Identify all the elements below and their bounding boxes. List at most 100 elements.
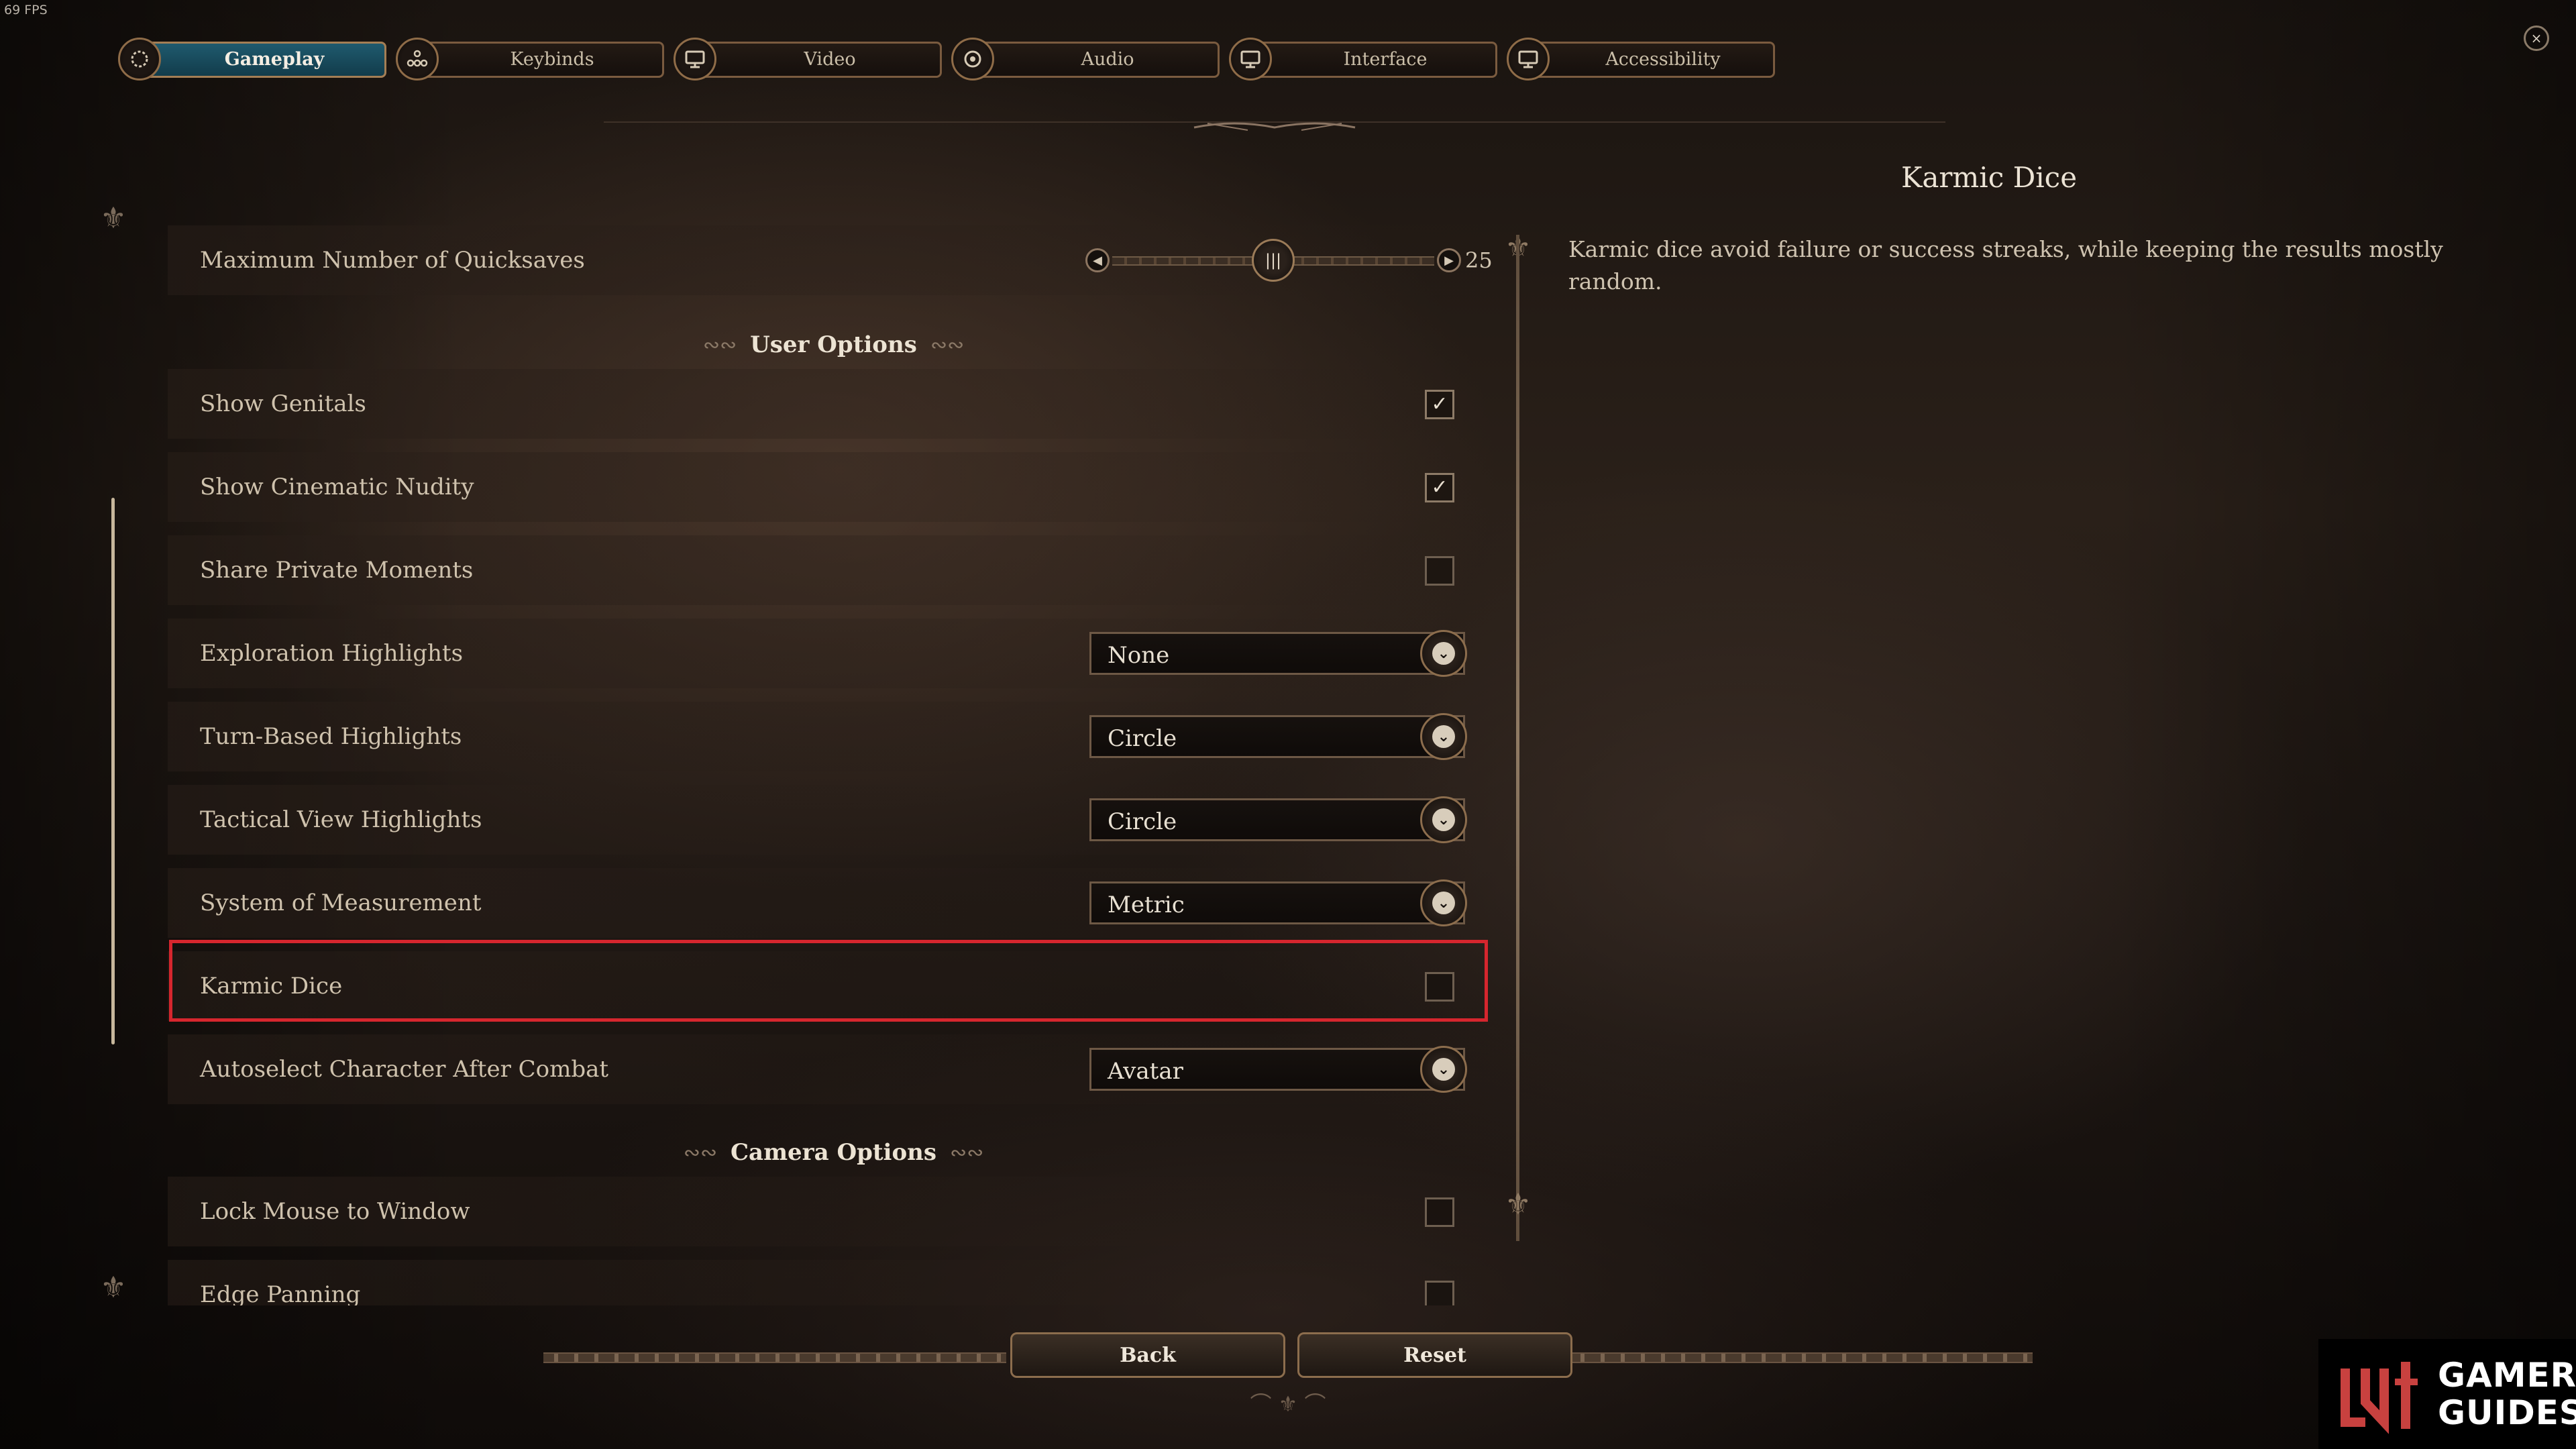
dropdown-value: None [1108, 642, 1170, 669]
dropdown-value: Circle [1108, 808, 1177, 835]
row-background [168, 1260, 1499, 1305]
footer-ornament-icon: ⌒ ⚜ ⌒ [1250, 1391, 1326, 1417]
setting-row-edge-panning[interactable]: Edge Panning [168, 1253, 1499, 1305]
setting-row-share-private-moments[interactable]: Share Private Moments [168, 529, 1499, 612]
scroll-top-ornament-icon: ⚜ [100, 201, 127, 235]
system-of-measurement-dropdown[interactable]: Metric ⌄ [1089, 879, 1467, 926]
show-cinematic-nudity-checkbox[interactable]: ✓ [1425, 473, 1454, 502]
setting-label: Share Private Moments [200, 557, 474, 584]
gear-icon [118, 38, 161, 80]
tab-accessibility[interactable]: Accessibility [1497, 35, 1775, 85]
quicksaves-slider[interactable]: ◀ ▶ ||| [1085, 236, 1461, 284]
tab-gameplay[interactable]: Gameplay [109, 35, 386, 85]
tab-keybinds[interactable]: Keybinds [386, 35, 664, 85]
edge-panning-checkbox[interactable] [1425, 1281, 1454, 1305]
dropdown-value: Metric [1108, 892, 1185, 918]
tab-gameplay-label: Gameplay [224, 49, 325, 70]
slider-thumb[interactable]: ||| [1252, 239, 1295, 282]
slider-value: 25 [1465, 248, 1493, 273]
setting-label: System of Measurement [200, 890, 482, 916]
row-background [168, 369, 1499, 439]
setting-row-system-of-measurement: System of Measurement Metric ⌄ [168, 861, 1499, 945]
setting-label: Lock Mouse to Window [200, 1198, 470, 1225]
autoselect-character-dropdown[interactable]: Avatar ⌄ [1089, 1046, 1467, 1093]
tab-video-label: Video [804, 49, 856, 70]
watermark-line2: GUIDES [2438, 1393, 2576, 1432]
tab-interface-label: Interface [1343, 49, 1428, 70]
setting-label: Edge Panning [200, 1281, 361, 1305]
setting-row-karmic-dice[interactable]: Karmic Dice [168, 945, 1499, 1028]
rope-ornament-right [1570, 1352, 2033, 1363]
setting-row-tactical-view-highlights: Tactical View Highlights Circle ⌄ [168, 778, 1499, 861]
flourish-right-icon: ∾∾ [950, 1140, 984, 1165]
flourish-left-icon: ∾∾ [683, 1140, 717, 1165]
lock-mouse-checkbox[interactable] [1425, 1197, 1454, 1227]
monitor-icon [674, 38, 716, 80]
monitor-icon [1229, 38, 1272, 80]
dropdown-value: Circle [1108, 725, 1177, 752]
show-genitals-checkbox[interactable]: ✓ [1425, 390, 1454, 419]
setting-label: Show Cinematic Nudity [200, 474, 474, 500]
chevron-down-icon: ⌄ [1432, 725, 1455, 748]
setting-label: Autoselect Character After Combat [200, 1056, 609, 1083]
setting-row-show-genitals[interactable]: Show Genitals ✓ [168, 362, 1499, 445]
chevron-down-icon: ⌄ [1432, 1058, 1455, 1081]
exploration-highlights-dropdown[interactable]: None ⌄ [1089, 630, 1467, 677]
karmic-dice-checkbox[interactable] [1425, 972, 1454, 1002]
slider-left-arrow-icon[interactable]: ◀ [1085, 248, 1110, 272]
reset-button[interactable]: Reset [1297, 1332, 1572, 1378]
fps-counter: 69 FPS [4, 3, 48, 17]
watermark-line1: GAMER [2438, 1356, 2576, 1395]
flourish-right-icon: ∾∾ [930, 333, 965, 357]
chevron-down-icon: ⌄ [1432, 642, 1455, 665]
setting-row-autoselect-character: Autoselect Character After Combat Avatar… [168, 1028, 1499, 1111]
setting-row-lock-mouse[interactable]: Lock Mouse to Window [168, 1170, 1499, 1253]
settings-list: Maximum Number of Quicksaves ◀ ▶ ||| 25 … [168, 219, 1509, 1305]
dropdown-button[interactable]: ⌄ [1420, 796, 1467, 843]
setting-row-show-cinematic-nudity[interactable]: Show Cinematic Nudity ✓ [168, 445, 1499, 529]
dropdown-button[interactable]: ⌄ [1420, 1046, 1467, 1093]
setting-row-quicksaves: Maximum Number of Quicksaves ◀ ▶ ||| 25 [168, 219, 1499, 302]
dropdown-value: Avatar [1108, 1058, 1183, 1085]
description-text: Karmic dice avoid failure or success str… [1568, 236, 2443, 294]
watermark-text: GAMER GUIDES [2438, 1356, 2576, 1432]
scrollbar-thumb[interactable] [111, 498, 115, 1044]
tactical-view-highlights-dropdown[interactable]: Circle ⌄ [1089, 796, 1467, 843]
close-button[interactable]: × [2524, 25, 2549, 51]
close-icon: × [2530, 30, 2542, 46]
setting-label: Karmic Dice [200, 973, 343, 1000]
tab-interface[interactable]: Interface [1220, 35, 1497, 85]
setting-label: Turn-Based Highlights [200, 723, 462, 750]
scroll-bottom-ornament-icon: ⚜ [100, 1271, 127, 1305]
controls-icon [396, 38, 439, 80]
divider-bottom-ornament-icon: ⚜ [1505, 1187, 1532, 1222]
settings-tab-bar: Gameplay Keybinds Video Audio Interface [109, 35, 1775, 85]
slider-right-arrow-icon[interactable]: ▶ [1437, 248, 1461, 272]
tab-audio[interactable]: Audio [942, 35, 1220, 85]
tab-video[interactable]: Video [664, 35, 942, 85]
dropdown-button[interactable]: ⌄ [1420, 713, 1467, 760]
share-private-moments-checkbox[interactable] [1425, 556, 1454, 586]
turn-based-highlights-dropdown[interactable]: Circle ⌄ [1089, 713, 1467, 760]
description-title: Karmic Dice [1900, 161, 2078, 194]
tab-keybinds-label: Keybinds [510, 49, 594, 70]
gamer-guides-watermark: GAMER GUIDES [2318, 1339, 2576, 1449]
setting-row-turn-based-highlights: Turn-Based Highlights Circle ⌄ [168, 695, 1499, 778]
row-background [168, 951, 1499, 1021]
panel-divider [1516, 235, 1519, 1241]
section-title: Camera Options [730, 1139, 937, 1166]
setting-label: Tactical View Highlights [200, 806, 482, 833]
gamer-guides-logo-icon [2341, 1362, 2418, 1434]
setting-label: Show Genitals [200, 390, 366, 417]
dropdown-button[interactable]: ⌄ [1420, 630, 1467, 677]
flourish-left-icon: ∾∾ [702, 333, 737, 357]
dropdown-button[interactable]: ⌄ [1420, 879, 1467, 926]
back-button[interactable]: Back [1010, 1332, 1285, 1378]
chevron-down-icon: ⌄ [1432, 808, 1455, 831]
rope-ornament-left [543, 1352, 1006, 1363]
tab-audio-label: Audio [1081, 49, 1134, 70]
setting-row-exploration-highlights: Exploration Highlights None ⌄ [168, 612, 1499, 695]
header-divider-ornament [604, 121, 1945, 131]
setting-label: Maximum Number of Quicksaves [200, 247, 585, 274]
tab-accessibility-label: Accessibility [1605, 49, 1721, 70]
